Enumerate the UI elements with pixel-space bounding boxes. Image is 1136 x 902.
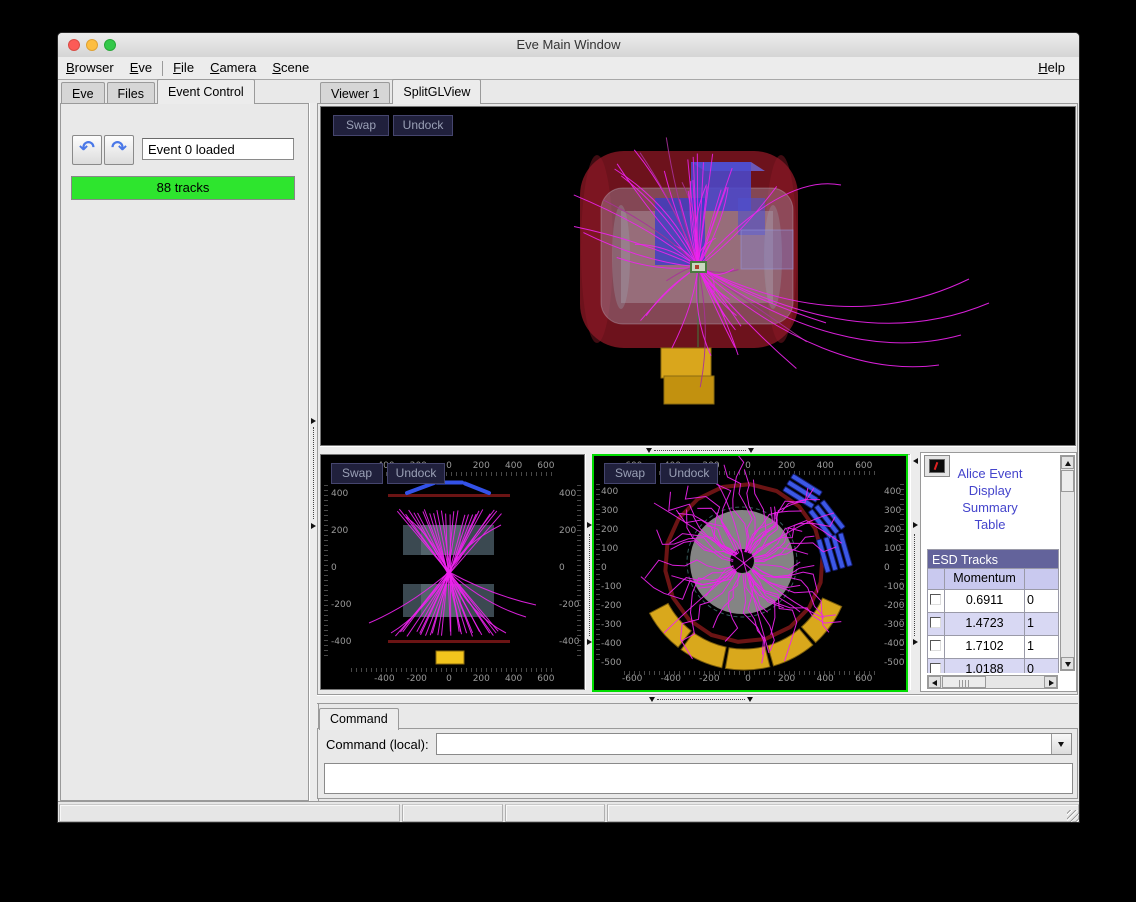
vscroll-thumb[interactable] xyxy=(1061,470,1074,492)
statusbar xyxy=(58,801,1080,823)
splitglview-frame: Swap Undock -400-2000200400600-400-20002… xyxy=(317,103,1078,695)
xy-event-scene xyxy=(594,456,906,690)
rz-projection-viewport[interactable]: -400-2000200400600-400-20002004006004002… xyxy=(320,454,585,690)
titlebar[interactable]: Eve Main Window xyxy=(58,33,1079,58)
momentum-column-header[interactable]: Momentum xyxy=(945,569,1025,589)
select-column-header[interactable] xyxy=(928,569,945,589)
viewer-tabbar: Viewer 1SplitGLView xyxy=(320,79,483,103)
tab-event-control[interactable]: Event Control xyxy=(157,79,255,104)
command-dropdown-button[interactable] xyxy=(1051,734,1071,754)
menubar: BrowserEve FileCameraScene Help xyxy=(58,57,1079,80)
eve-main-window: Eve Main Window BrowserEveFileCameraScen… xyxy=(57,32,1080,823)
summary-title: Alice EventDisplaySummaryTable xyxy=(923,465,1057,533)
command-output[interactable] xyxy=(324,763,1073,794)
table-row: 1.01880 xyxy=(928,659,1059,673)
table-vscrollbar[interactable] xyxy=(1060,455,1075,671)
clipped-value: 0 xyxy=(1025,659,1059,673)
hscroll-thumb[interactable] xyxy=(942,676,986,688)
clipped-value: 0 xyxy=(1025,590,1059,612)
summary-table-panel: Alice EventDisplaySummaryTable ESD Track… xyxy=(920,452,1077,692)
status-segment xyxy=(402,804,503,822)
command-panel: Command (local): xyxy=(317,728,1078,799)
resize-grip[interactable] xyxy=(1067,810,1079,822)
momentum-value: 1.7102 xyxy=(945,636,1025,658)
row-checkbox[interactable] xyxy=(930,594,941,605)
xy-projection-viewport-selected[interactable]: -600-400-2000200400600-600-400-200020040… xyxy=(592,454,908,692)
menu-separator xyxy=(162,61,163,76)
menu-item-scene[interactable]: Scene xyxy=(264,57,317,75)
row-checkbox[interactable] xyxy=(930,640,941,651)
menu-item-camera[interactable]: Camera xyxy=(202,57,264,75)
shutter-collapse-icon[interactable] xyxy=(913,458,918,464)
splitter-arrow-icon[interactable] xyxy=(747,697,753,702)
event-control-panel: ↶ ↷ 88 tracks xyxy=(60,103,309,801)
momentum-value: 1.4723 xyxy=(945,613,1025,635)
swap-button[interactable]: Swap xyxy=(604,463,656,484)
splitter-arrow-icon[interactable] xyxy=(311,523,316,529)
next-event-button[interactable]: ↷ xyxy=(104,135,134,165)
esd-tracks-table: ESD Tracks Momentum 0.691101.472311.7102… xyxy=(927,549,1059,673)
splitter-arrow-icon[interactable] xyxy=(646,448,652,453)
clipped-value: 1 xyxy=(1025,636,1059,658)
undock-button[interactable]: Undock xyxy=(393,115,453,136)
window-title: Eve Main Window xyxy=(58,37,1079,52)
row-checkbox[interactable] xyxy=(930,617,941,628)
undock-button[interactable]: Undock xyxy=(387,463,445,484)
status-segment xyxy=(505,804,605,822)
splitter-arrow-icon[interactable] xyxy=(913,522,918,528)
status-segment xyxy=(59,804,400,822)
3d-viewport[interactable]: Swap Undock xyxy=(320,106,1076,446)
table-row: 1.71021 xyxy=(928,636,1059,659)
previous-event-button[interactable]: ↶ xyxy=(72,135,102,165)
menu-item-browser[interactable]: Browser xyxy=(58,57,122,75)
screen: Eve Main Window BrowserEveFileCameraScen… xyxy=(0,0,1136,902)
command-combobox xyxy=(436,733,1072,755)
horizontal-splitter-bottom[interactable] xyxy=(317,695,1078,704)
tab-files[interactable]: Files xyxy=(107,82,155,104)
left-tabbar: EveFilesEvent Control xyxy=(61,79,257,103)
rz-event-scene xyxy=(321,455,584,689)
row-checkbox[interactable] xyxy=(930,663,941,673)
event-status-field[interactable] xyxy=(142,138,294,160)
splitter-arrow-icon[interactable] xyxy=(649,697,655,702)
table-row: 1.47231 xyxy=(928,613,1059,636)
undock-button[interactable]: Undock xyxy=(660,463,718,484)
swap-button[interactable]: Swap xyxy=(333,115,389,136)
momentum-value: 1.0188 xyxy=(945,659,1025,673)
tab-viewer-1[interactable]: Viewer 1 xyxy=(320,82,390,104)
dropdown-arrow-icon xyxy=(1058,742,1064,747)
menu-item-eve[interactable]: Eve xyxy=(122,57,160,75)
clipped-column-header[interactable] xyxy=(1025,569,1059,589)
tab-splitglview[interactable]: SplitGLView xyxy=(392,79,481,104)
command-label: Command (local): xyxy=(326,737,429,752)
table-header-row: Momentum xyxy=(928,569,1059,590)
status-segment xyxy=(607,804,1079,822)
swap-button[interactable]: Swap xyxy=(331,463,383,484)
momentum-value: 0.6911 xyxy=(945,590,1025,612)
menu-item-help[interactable]: Help xyxy=(1030,57,1073,75)
table-row: 0.69110 xyxy=(928,590,1059,613)
splitter-arrow-icon[interactable] xyxy=(311,418,316,424)
command-input[interactable] xyxy=(437,734,1060,754)
menu-items: BrowserEve FileCameraScene xyxy=(58,60,317,75)
splitter-arrow-icon[interactable] xyxy=(748,448,754,453)
tab-command[interactable]: Command xyxy=(319,708,399,730)
clipped-value: 1 xyxy=(1025,613,1059,635)
table-caption: ESD Tracks xyxy=(928,549,1059,569)
tracks-count-badge: 88 tracks xyxy=(71,176,295,200)
3d-event-scene xyxy=(321,107,1075,445)
tab-eve[interactable]: Eve xyxy=(61,82,105,104)
splitter-arrow-icon[interactable] xyxy=(913,639,918,645)
table-hscrollbar[interactable] xyxy=(927,675,1058,689)
menu-item-file[interactable]: File xyxy=(165,57,202,75)
